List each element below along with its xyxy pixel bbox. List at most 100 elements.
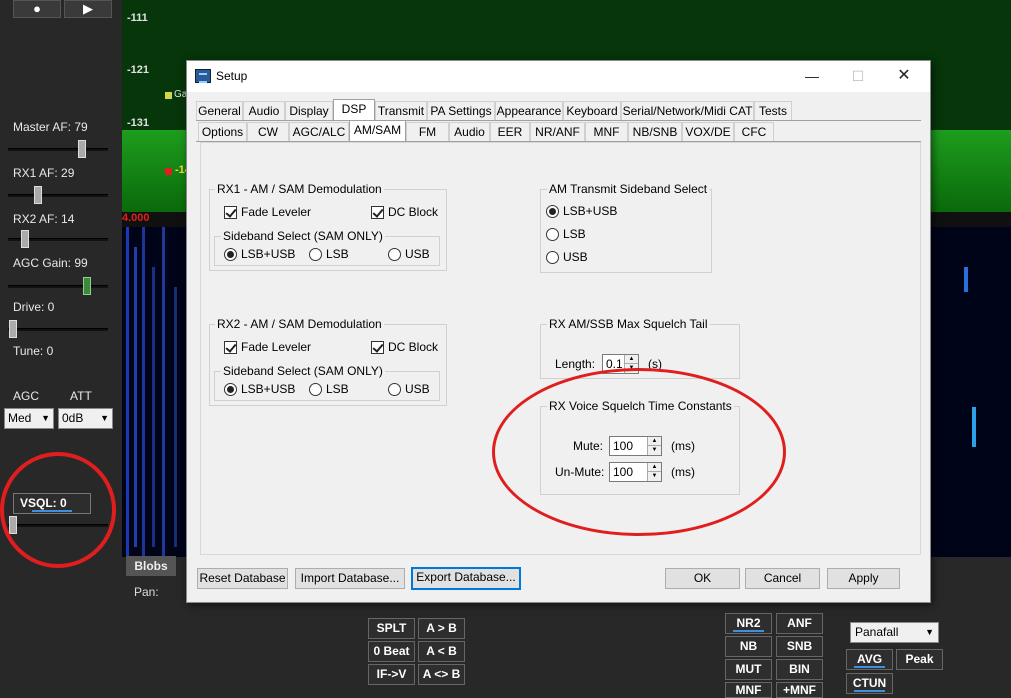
waterfall-streak [174, 287, 177, 547]
tab-cfc[interactable]: CFC [734, 122, 774, 141]
import-database-button[interactable]: Import Database... [295, 568, 405, 589]
play-icon: ▶ [83, 1, 93, 16]
att-select[interactable]: 0dB ▼ [58, 408, 113, 429]
am-tx-lsb-usb-label: LSB+USB [563, 204, 618, 218]
waterfall-streak [152, 267, 155, 547]
master-af-thumb[interactable] [78, 140, 86, 158]
rx1-af-thumb[interactable] [34, 186, 42, 204]
rx2-af-thumb[interactable] [21, 230, 29, 248]
rx1-fade-leveler-label: Fade Leveler [241, 205, 312, 219]
record-button[interactable]: ● [13, 0, 61, 18]
minimize-button[interactable]: — [789, 61, 835, 92]
db-label: -111 [127, 12, 148, 24]
anf-button[interactable]: ANF [776, 613, 823, 634]
minimize-icon: — [805, 68, 819, 84]
peak-button[interactable]: Peak [896, 649, 943, 670]
snb-button[interactable]: SNB [776, 636, 823, 657]
rx1-lsb-label: LSB [326, 247, 349, 261]
tab-agc-alc[interactable]: AGC/ALC [289, 122, 349, 141]
rx2-lsb-radio[interactable] [309, 383, 322, 396]
rx2-lsb-usb-radio[interactable] [224, 383, 237, 396]
rx1-af-slider[interactable] [8, 194, 108, 197]
a-from-b-button[interactable]: A < B [418, 641, 465, 662]
play-button[interactable]: ▶ [64, 0, 112, 18]
tab-display[interactable]: Display [285, 101, 333, 120]
rx1-lsb-usb-radio[interactable] [224, 248, 237, 261]
rx1-lsb-radio[interactable] [309, 248, 322, 261]
drive-thumb[interactable] [9, 320, 17, 338]
agc-gain-label: AGC Gain: 99 [13, 256, 88, 270]
tab-nb-snb[interactable]: NB/SNB [628, 122, 682, 141]
cancel-button[interactable]: Cancel [745, 568, 820, 589]
agc-gain-slider[interactable] [8, 285, 108, 288]
display-mode-select[interactable]: Panafall ▼ [850, 622, 939, 643]
tab-eer[interactable]: EER [490, 122, 530, 141]
tab-dsp[interactable]: DSP [333, 99, 375, 120]
tab-tests[interactable]: Tests [754, 101, 792, 120]
dialog-title: Setup [216, 69, 248, 83]
tab-transmit[interactable]: Transmit [375, 101, 427, 120]
maximize-button[interactable]: ☐ [835, 61, 881, 92]
rx1-usb-radio[interactable] [388, 248, 401, 261]
frequency-label: 4.000 [122, 212, 150, 224]
rx2-dc-block-checkbox[interactable] [371, 341, 384, 354]
ctun-button[interactable]: CTUN [846, 673, 893, 694]
waterfall-streak [126, 227, 129, 557]
rx1-fade-leveler-checkbox[interactable] [224, 206, 237, 219]
if-to-v-button[interactable]: IF->V [368, 664, 415, 685]
tab-dsp-audio[interactable]: Audio [449, 122, 490, 141]
a-to-b-button[interactable]: A > B [418, 618, 465, 639]
rx2-fade-leveler-label: Fade Leveler [241, 340, 312, 354]
mut-button[interactable]: MUT [725, 659, 772, 680]
record-icon: ● [33, 1, 41, 16]
rx2-lsb-label: LSB [326, 382, 349, 396]
tab-nr-anf[interactable]: NR/ANF [530, 122, 585, 141]
marker-icon [165, 92, 172, 99]
zero-beat-button[interactable]: 0 Beat [368, 641, 415, 662]
tune-label: Tune: 0 [13, 344, 54, 358]
bin-button[interactable]: BIN [776, 659, 823, 680]
close-button[interactable]: ✕ [881, 61, 927, 92]
reset-database-button[interactable]: Reset Database [197, 568, 288, 589]
tab-vox-de[interactable]: VOX/DE [682, 122, 734, 141]
a-swap-b-button[interactable]: A <> B [418, 664, 465, 685]
dialog-titlebar[interactable]: Setup — ☐ ✕ [187, 61, 930, 92]
tab-options[interactable]: Options [198, 122, 247, 141]
spin-up-icon[interactable]: ▲ [624, 355, 638, 364]
drive-slider[interactable] [8, 328, 108, 331]
chevron-down-icon: ▼ [100, 413, 109, 423]
nb-button[interactable]: NB [725, 636, 772, 657]
tab-fm[interactable]: FM [406, 122, 449, 141]
splt-button[interactable]: SPLT [368, 618, 415, 639]
tab-general[interactable]: General [196, 101, 243, 120]
rx2-fade-leveler-checkbox[interactable] [224, 341, 237, 354]
am-tx-usb-radio[interactable] [546, 251, 559, 264]
chevron-down-icon: ▼ [925, 627, 934, 637]
rx1-dc-block-checkbox[interactable] [371, 206, 384, 219]
am-tx-lsb-usb-radio[interactable] [546, 205, 559, 218]
tab-keyboard[interactable]: Keyboard [563, 101, 621, 120]
am-tx-lsb-radio[interactable] [546, 228, 559, 241]
rx2-usb-radio[interactable] [388, 383, 401, 396]
tab-am-sam[interactable]: AM/SAM [349, 120, 406, 141]
apply-button[interactable]: Apply [827, 568, 900, 589]
waterfall-streak [142, 227, 145, 557]
tab-pa-settings[interactable]: PA Settings [427, 101, 495, 120]
agc-gain-thumb[interactable] [83, 277, 91, 295]
avg-button[interactable]: AVG [846, 649, 893, 670]
ok-button[interactable]: OK [665, 568, 740, 589]
rx1-af-label: RX1 AF: 29 [13, 166, 75, 180]
tab-serial-network-midi-cat[interactable]: Serial/Network/Midi CAT [621, 101, 754, 120]
tab-mnf[interactable]: MNF [585, 122, 628, 141]
export-database-button[interactable]: Export Database... [411, 567, 521, 590]
agc-select[interactable]: Med ▼ [4, 408, 54, 429]
tab-appearance[interactable]: Appearance [495, 101, 563, 120]
tab-cw[interactable]: CW [247, 122, 289, 141]
db-label: -121 [127, 64, 150, 76]
nr2-button[interactable]: NR2 [725, 613, 772, 634]
rx2-lsb-usb-label: LSB+USB [241, 382, 296, 396]
tab-audio[interactable]: Audio [243, 101, 285, 120]
blobs-button[interactable]: Blobs [126, 556, 176, 576]
master-af-slider[interactable] [8, 148, 108, 151]
rx2-dc-block-label: DC Block [388, 340, 439, 354]
